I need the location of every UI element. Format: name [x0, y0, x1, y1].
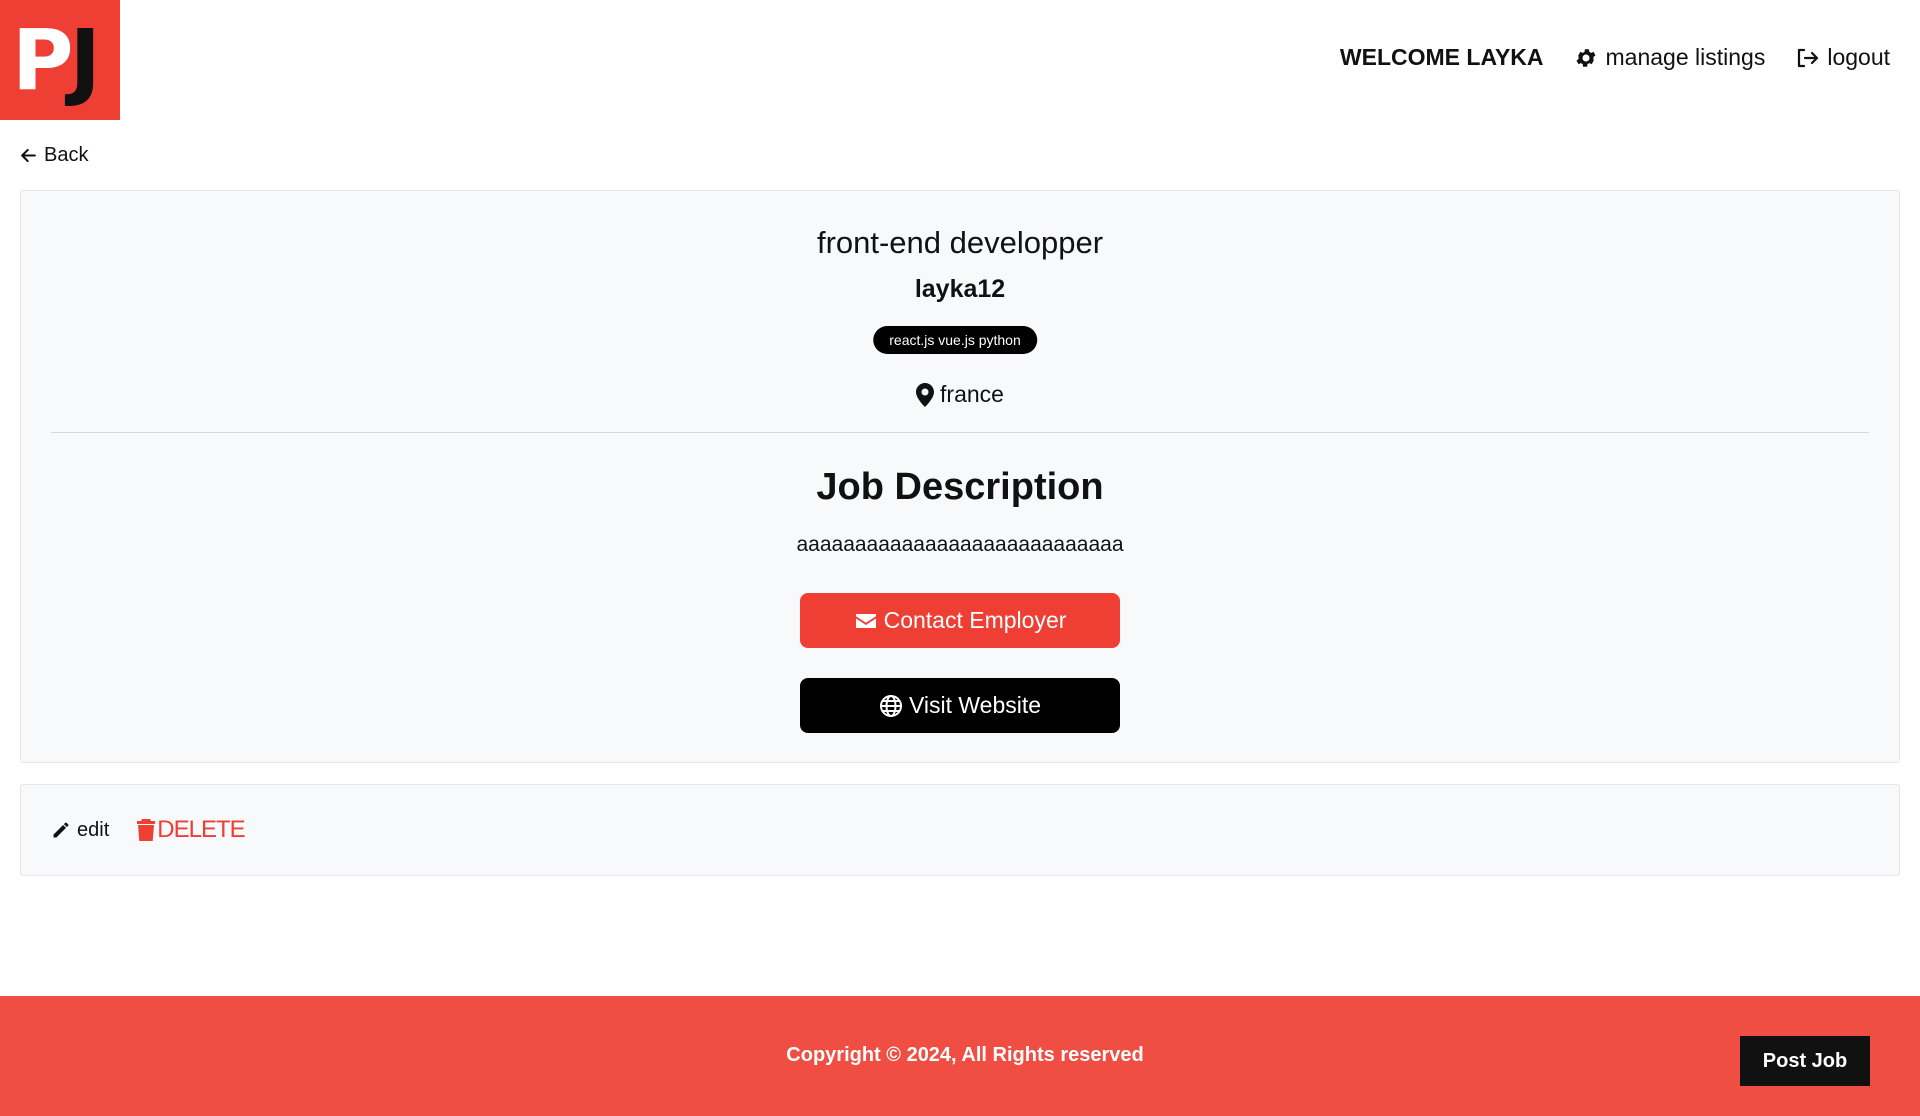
location: france: [21, 381, 1899, 408]
listing-actions: edit DELETE: [20, 784, 1900, 876]
job-title: front-end developper: [816, 225, 1104, 260]
map-pin-icon: [916, 382, 935, 407]
manage-listings-label: manage listings: [1605, 44, 1766, 70]
tags-badge: react.js vue.js python: [873, 326, 1037, 354]
logo-letter-p: P: [12, 11, 74, 109]
post-job-button[interactable]: Post Job: [1740, 1036, 1870, 1086]
logo[interactable]: PJ: [0, 0, 120, 120]
company-name: layka12: [914, 275, 1006, 303]
gear-icon: [1576, 48, 1596, 67]
location-label: france: [940, 381, 1004, 407]
logout-icon: [1798, 48, 1819, 67]
globe-icon: [879, 694, 902, 717]
contact-employer-label: Contact Employer: [883, 607, 1067, 633]
job-detail-card: front-end developper layka12 react.js vu…: [20, 190, 1900, 763]
logout-label: logout: [1827, 44, 1890, 70]
description-text: aaaaaaaaaaaaaaaaaaaaaaaaaaaa: [796, 533, 1124, 556]
manage-listings-link[interactable]: manage listings: [1574, 44, 1766, 71]
description-heading: Job Description: [816, 466, 1104, 508]
pencil-icon: [53, 822, 69, 838]
welcome-text: WELCOME LAYKA: [1339, 44, 1544, 70]
delete-button[interactable]: DELETE: [137, 816, 246, 844]
trash-icon: [137, 819, 156, 841]
contact-employer-button[interactable]: Contact Employer: [800, 593, 1120, 648]
copyright-text: Copyright © 2024, All Rights reserved: [786, 1044, 1144, 1066]
edit-button[interactable]: edit: [51, 819, 109, 842]
visit-website-label: Visit Website: [908, 692, 1042, 718]
page: PJ WELCOME LAYKA manage listings logout …: [0, 0, 1920, 1116]
logout-link[interactable]: logout: [1795, 44, 1890, 71]
visit-website-button[interactable]: Visit Website: [800, 678, 1120, 733]
delete-label: DELETE: [157, 816, 245, 843]
back-label: Back: [44, 144, 89, 166]
edit-label: edit: [77, 818, 110, 841]
arrow-left-icon: [21, 148, 36, 163]
envelope-icon: [855, 613, 876, 628]
divider: [51, 432, 1869, 433]
top-nav: WELCOME LAYKA manage listings logout: [1340, 44, 1890, 71]
logo-letter-j: J: [69, 11, 101, 109]
back-link[interactable]: Back: [19, 144, 88, 167]
footer: Copyright © 2024, All Rights reserved Po…: [0, 996, 1920, 1116]
